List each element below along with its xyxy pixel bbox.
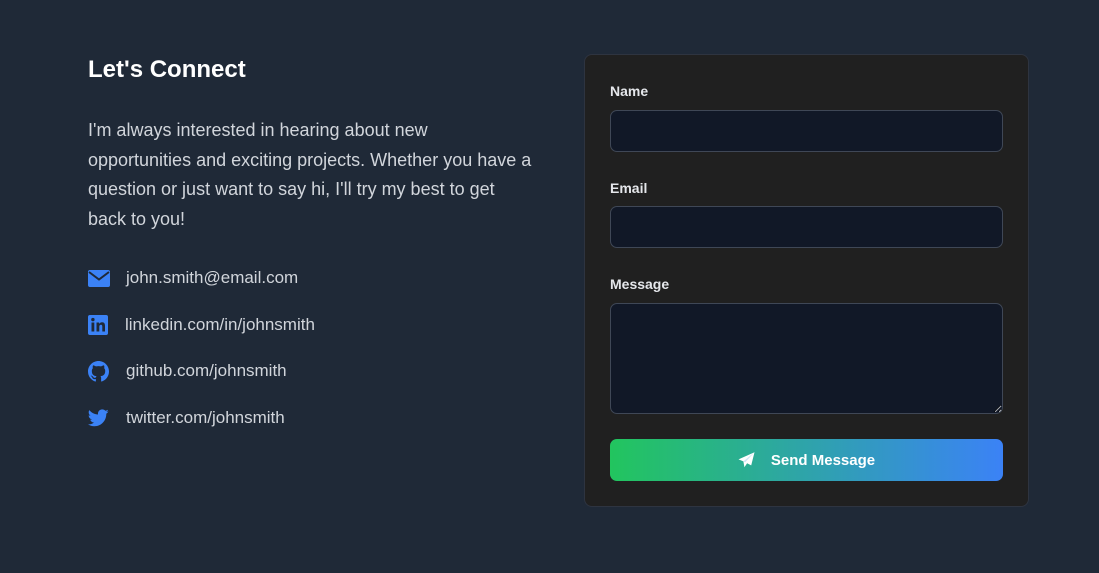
message-textarea[interactable] — [610, 303, 1003, 414]
intro-text: I'm always interested in hearing about n… — [88, 120, 532, 229]
contact-twitter-link[interactable]: twitter.com/johnsmith — [88, 404, 315, 432]
paper-plane-icon — [738, 452, 755, 468]
send-message-button[interactable]: Send Message — [610, 439, 1003, 481]
linkedin-icon — [88, 314, 110, 336]
contact-email-label: john.smith@email.com — [126, 268, 299, 287]
contact-form: Name Email Message Send Message — [584, 54, 1029, 507]
contact-twitter-label: twitter.com/johnsmith — [126, 407, 285, 427]
email-label: Email — [610, 180, 648, 196]
contact-list: john.smith@email.com linkedin.com/in/joh… — [88, 264, 315, 450]
name-input[interactable] — [610, 110, 1003, 152]
contact-linkedin-link[interactable]: linkedin.com/in/johnsmith — [88, 311, 315, 339]
page-title: Let's Connect — [88, 56, 246, 83]
message-label: Message — [610, 276, 670, 292]
name-label: Name — [610, 83, 649, 99]
email-input[interactable] — [610, 206, 1003, 248]
contact-email-link[interactable]: john.smith@email.com — [88, 264, 315, 292]
github-icon — [88, 360, 110, 382]
send-message-label: Send Message — [770, 451, 876, 469]
twitter-icon — [88, 407, 110, 429]
contact-github-link[interactable]: github.com/johnsmith — [88, 357, 315, 385]
contact-linkedin-label: linkedin.com/in/johnsmith — [125, 314, 315, 334]
contact-github-label: github.com/johnsmith — [126, 361, 287, 380]
connect-section: Let's Connect I'm always interested in h… — [88, 56, 538, 234]
envelope-icon — [88, 267, 110, 289]
